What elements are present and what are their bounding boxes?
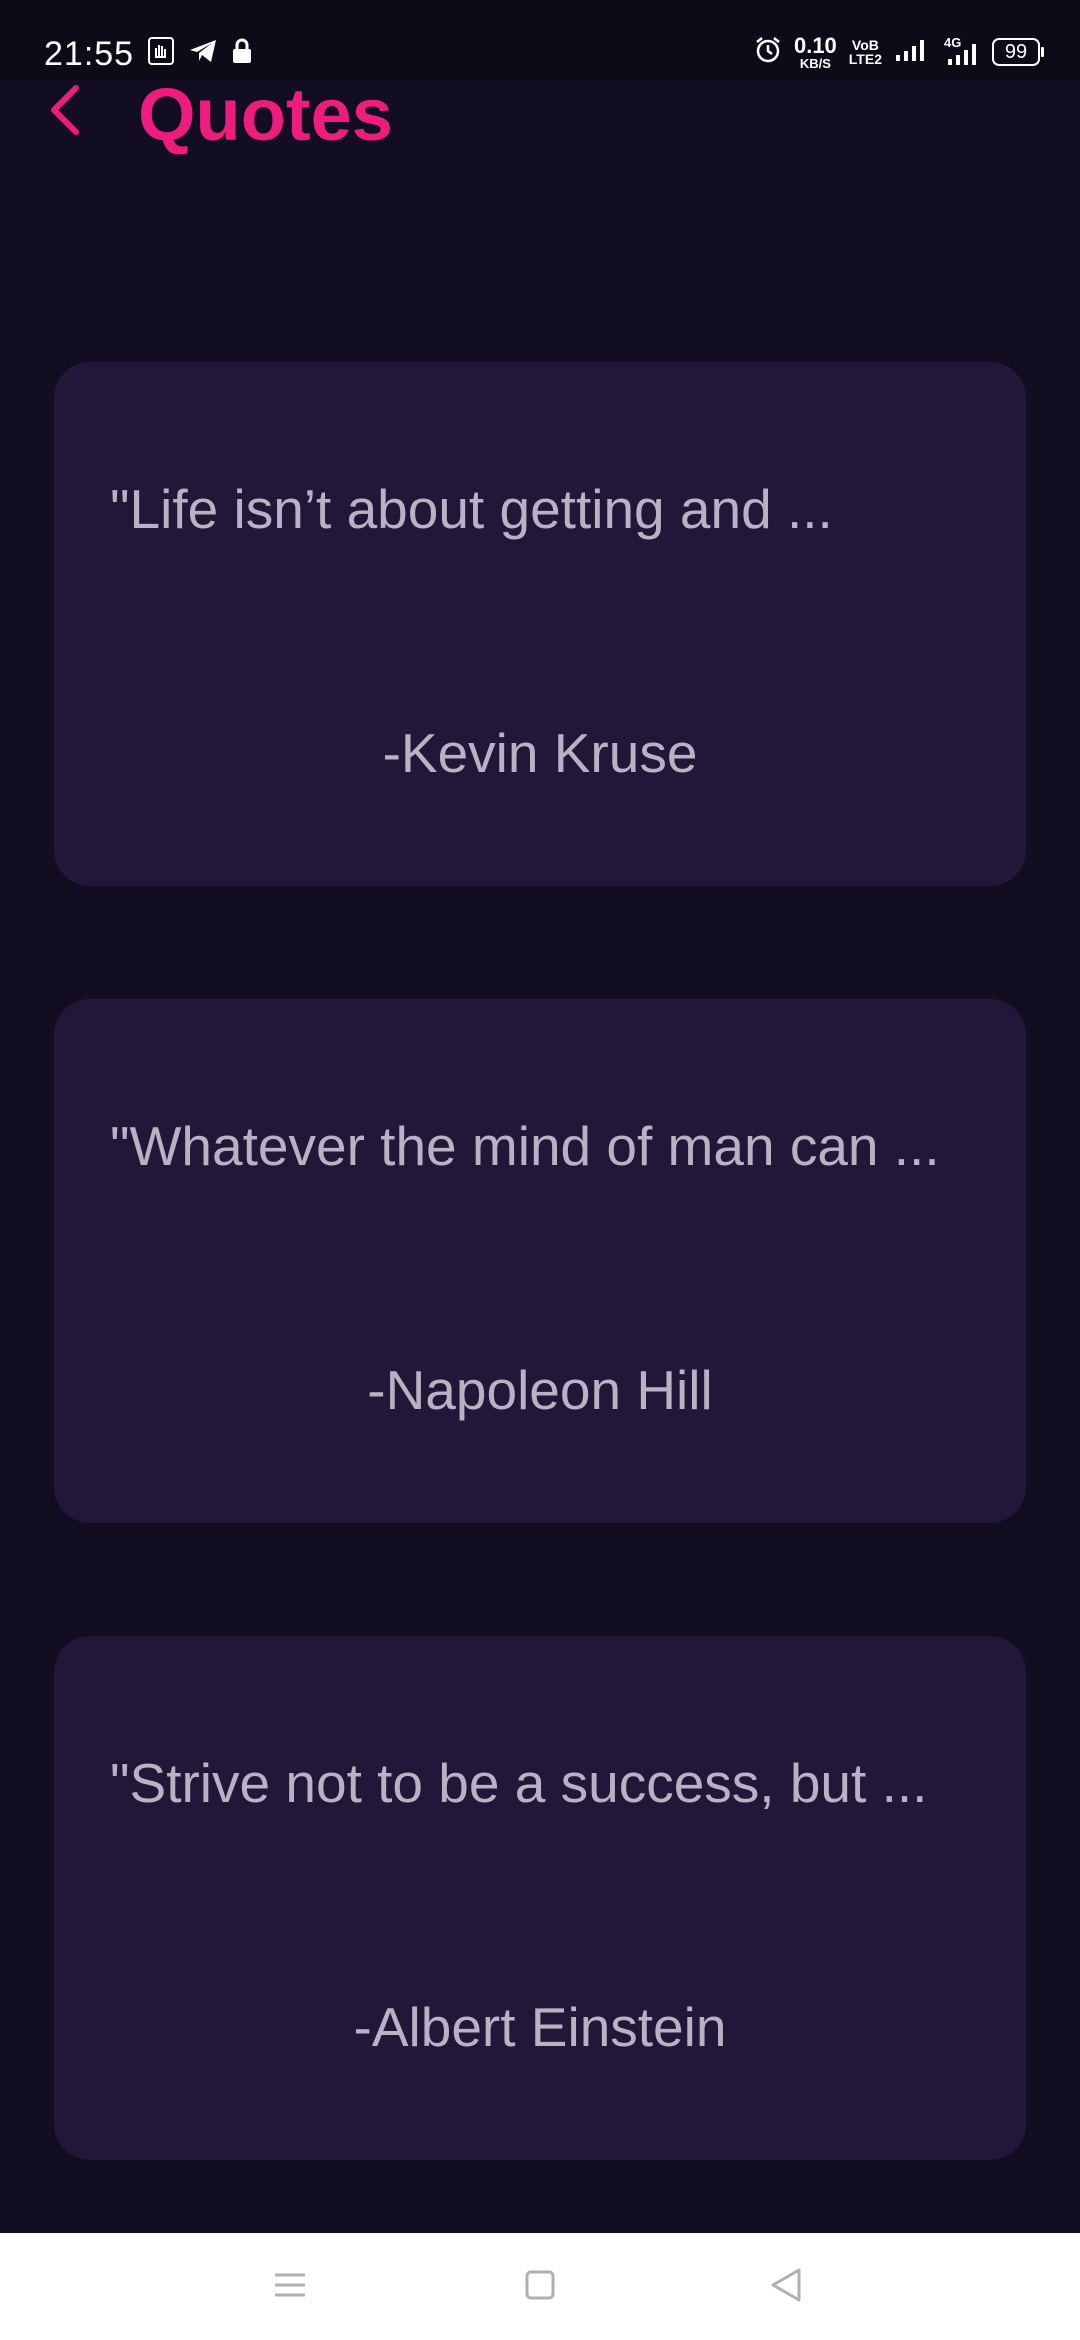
back-button[interactable] bbox=[40, 80, 90, 144]
net-speed-value: 0.10 bbox=[793, 32, 837, 58]
quote-text: "Life isn’t about getting and ... bbox=[110, 478, 833, 540]
recent-apps-button[interactable] bbox=[250, 2251, 330, 2323]
back-nav-button[interactable] bbox=[746, 2251, 826, 2323]
menu-icon bbox=[273, 2271, 307, 2304]
status-time: 21:55 bbox=[44, 35, 135, 73]
quote-card[interactable]: "Life isn’t about getting and ... -Kevin… bbox=[54, 362, 1026, 886]
volte-indicator: VoB LTE2 bbox=[849, 38, 882, 66]
home-button[interactable] bbox=[500, 2251, 580, 2323]
net-speed-unit: KB/S bbox=[799, 55, 831, 71]
home-square-icon bbox=[524, 2269, 556, 2306]
navigation-bar bbox=[0, 2233, 1080, 2340]
signal-4g-icon: 4G bbox=[940, 35, 980, 67]
quote-card[interactable]: "Whatever the mind of man can ... -Napol… bbox=[54, 999, 1026, 1523]
status-right-icons: 0.10 KB/S VoB LTE2 4G 99 bbox=[754, 32, 1044, 72]
status-left-icons bbox=[148, 36, 252, 70]
quote-text: "Whatever the mind of man can ... bbox=[110, 1115, 940, 1177]
page-title: Quotes bbox=[138, 73, 393, 156]
status-bar: 21:55 0.10 KB/S VoB LTE2 4G 99 bbox=[0, 0, 1080, 80]
quote-text: "Strive not to be a success, but ... bbox=[110, 1752, 928, 1814]
notification-app-icon bbox=[148, 36, 174, 70]
back-triangle-icon bbox=[769, 2267, 803, 2308]
quote-author: -Albert Einstein bbox=[353, 1996, 727, 2058]
net-speed: 0.10 KB/S bbox=[793, 32, 837, 71]
alarm-icon bbox=[754, 36, 782, 69]
volte-top: VoB bbox=[851, 37, 879, 53]
quote-card[interactable]: "Strive not to be a success, but ... -Al… bbox=[54, 1636, 1026, 2160]
battery-icon: 99 bbox=[992, 38, 1044, 66]
lock-icon bbox=[232, 38, 252, 69]
chevron-left-icon bbox=[48, 84, 82, 141]
telegram-icon bbox=[188, 38, 218, 69]
quote-author: -Napoleon Hill bbox=[367, 1359, 713, 1421]
volte-bottom: LTE2 bbox=[848, 51, 882, 67]
quote-author: -Kevin Kruse bbox=[382, 722, 698, 784]
signal-icon bbox=[894, 37, 928, 68]
